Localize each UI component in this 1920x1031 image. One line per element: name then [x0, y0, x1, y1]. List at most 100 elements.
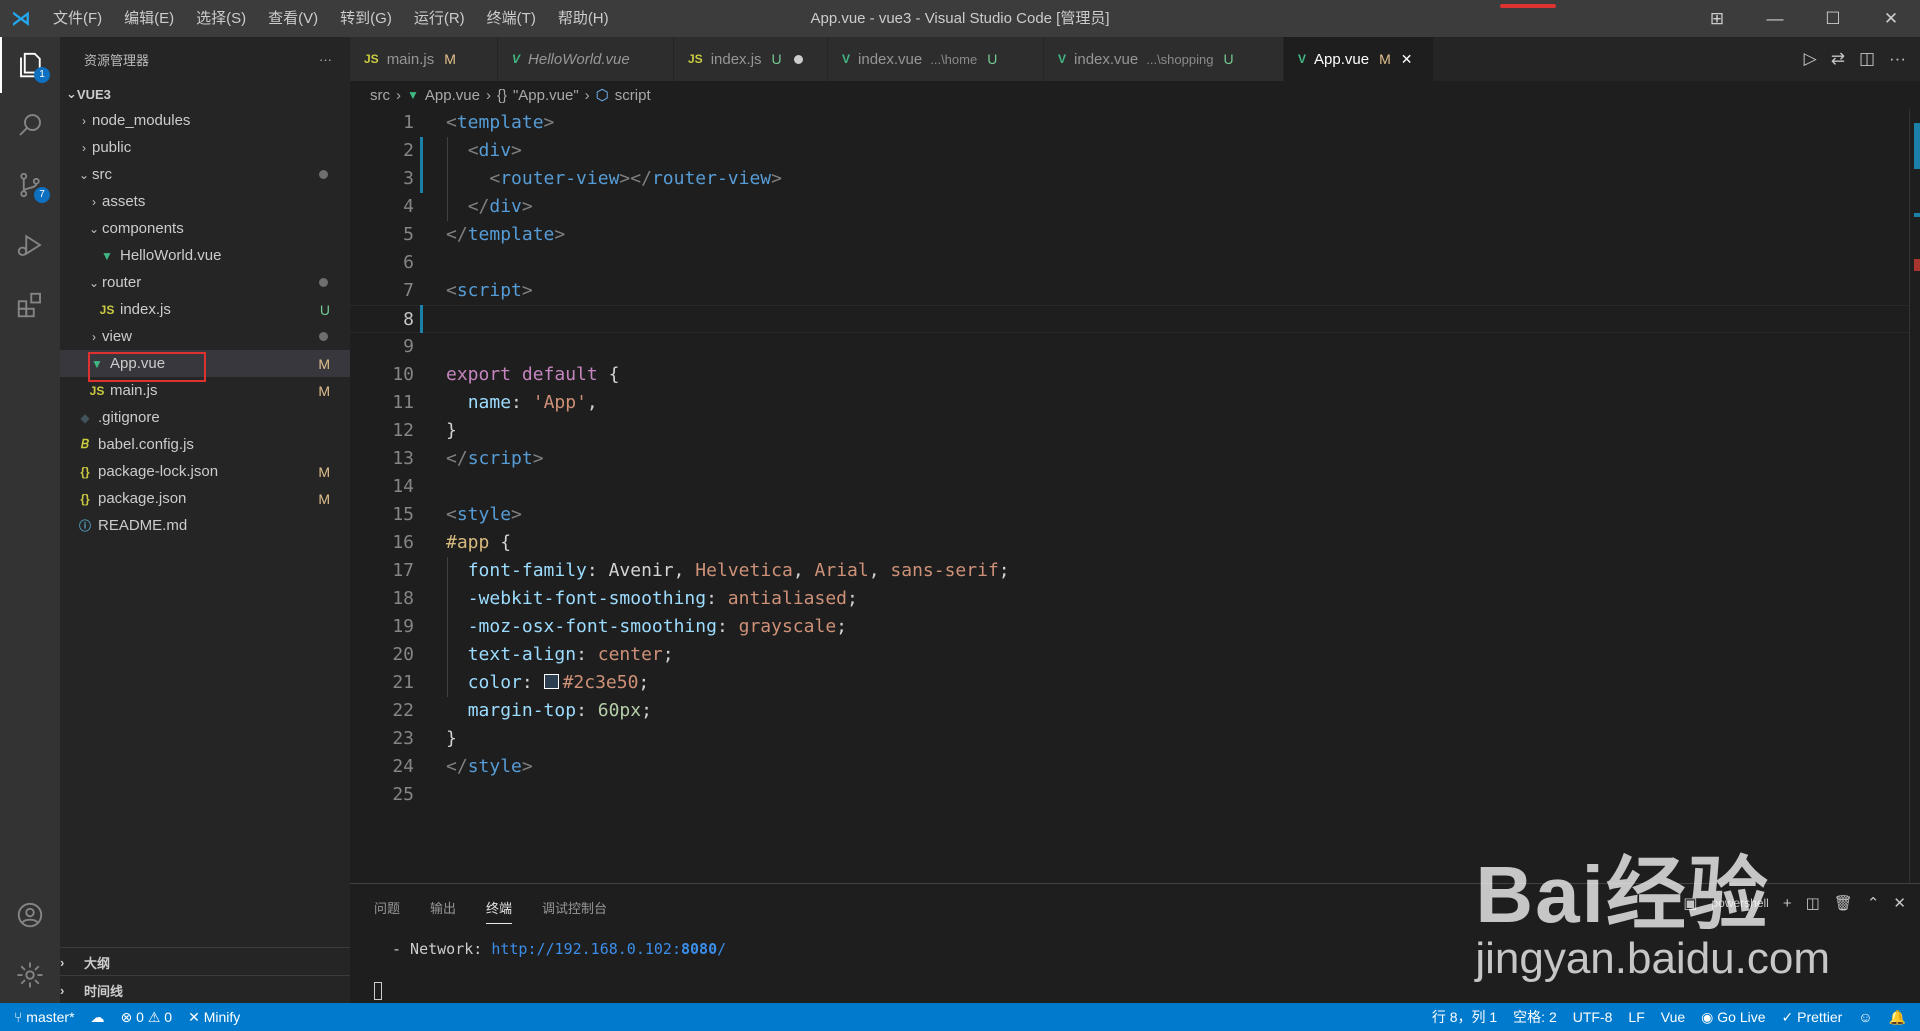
- code-line[interactable]: 22 margin-top: 60px;: [350, 697, 1910, 725]
- tree-item-package-lock[interactable]: {} package-lock.json M: [60, 458, 350, 485]
- encoding[interactable]: UTF-8: [1573, 1009, 1613, 1025]
- tab-debug-console[interactable]: 调试控制台: [542, 898, 607, 924]
- menu-terminal[interactable]: 终端(T): [476, 0, 547, 37]
- sync-icon[interactable]: ☁: [91, 1009, 105, 1026]
- extensions-icon[interactable]: [0, 277, 60, 333]
- terminal-port[interactable]: 8080: [681, 940, 717, 958]
- timeline-section[interactable]: › 时间线: [60, 975, 350, 1004]
- code-line[interactable]: 1 <template>: [350, 109, 1910, 137]
- code-line[interactable]: 8: [350, 305, 1910, 333]
- menu-view[interactable]: 查看(V): [257, 0, 329, 37]
- close-tab-icon[interactable]: ✕: [1401, 51, 1413, 68]
- menu-edit[interactable]: 编辑(E): [113, 0, 185, 37]
- run-debug-icon[interactable]: [0, 217, 60, 273]
- color-swatch[interactable]: [543, 674, 559, 689]
- code-line[interactable]: 10 export default {: [350, 361, 1910, 389]
- search-icon[interactable]: [0, 97, 60, 153]
- terminal-output[interactable]: - Network: http://192.168.0.102:8080/: [392, 940, 726, 958]
- minimize-icon[interactable]: —: [1746, 0, 1804, 37]
- code-line[interactable]: 6: [350, 249, 1910, 277]
- feedback-icon[interactable]: ☺: [1858, 1009, 1872, 1025]
- code-line[interactable]: 14: [350, 473, 1910, 501]
- workspace-root[interactable]: ⌄ VUE3: [60, 81, 350, 107]
- code-line[interactable]: 19 -moz-osx-font-smoothing: grayscale;: [350, 613, 1910, 641]
- run-icon[interactable]: ▷: [1804, 49, 1817, 69]
- menu-selection[interactable]: 选择(S): [185, 0, 257, 37]
- unsaved-dot-icon[interactable]: [793, 54, 803, 64]
- breadcrumb-object[interactable]: "App.vue": [513, 87, 579, 104]
- tree-item-index-js[interactable]: JS index.js U: [60, 296, 350, 323]
- layout-icon[interactable]: ⊞: [1688, 0, 1746, 37]
- tab-output[interactable]: 输出: [430, 898, 456, 924]
- close-panel-icon[interactable]: ✕: [1893, 894, 1906, 912]
- tab-index-vue-shopping[interactable]: V index.vue ...\shopping U: [1044, 37, 1284, 81]
- code-line[interactable]: 13 </script>: [350, 445, 1910, 473]
- notifications-bell-icon[interactable]: 🔔: [1889, 1009, 1906, 1026]
- breadcrumb-file[interactable]: App.vue: [425, 87, 480, 104]
- scrollbar[interactable]: [1909, 109, 1920, 883]
- tree-item-main-js[interactable]: JS main.js M: [60, 377, 350, 404]
- menu-run[interactable]: 运行(R): [403, 0, 476, 37]
- tree-item-readme[interactable]: ⓘ README.md: [60, 512, 350, 539]
- cursor-position[interactable]: 行 8，列 1: [1432, 1007, 1497, 1027]
- tab-index-vue-home[interactable]: V index.vue ...\home U: [828, 37, 1044, 81]
- tree-item-assets[interactable]: › assets: [60, 188, 350, 215]
- tab-main-js[interactable]: JS main.js M: [350, 37, 498, 81]
- explorer-icon[interactable]: 1: [0, 37, 60, 93]
- tab-helloworld-vue[interactable]: V HelloWorld.vue: [498, 37, 674, 81]
- compare-icon[interactable]: ⇄: [1831, 49, 1845, 69]
- branch-indicator[interactable]: ⑂ master*: [14, 1009, 75, 1025]
- settings-gear-icon[interactable]: [0, 947, 60, 1003]
- tab-problems[interactable]: 问题: [374, 898, 400, 924]
- menu-file[interactable]: 文件(F): [42, 0, 113, 37]
- close-window-icon[interactable]: ✕: [1862, 0, 1920, 37]
- code-line[interactable]: 17 font-family: Avenir, Helvetica, Arial…: [350, 557, 1910, 585]
- code-line[interactable]: 25: [350, 781, 1910, 809]
- code-line[interactable]: 3 <router-view></router-view>: [350, 165, 1910, 193]
- maximize-icon[interactable]: ☐: [1804, 0, 1862, 37]
- terminal-url-end[interactable]: /: [717, 940, 726, 958]
- code-line[interactable]: 16 #app {: [350, 529, 1910, 557]
- line-ending[interactable]: LF: [1628, 1009, 1644, 1025]
- breadcrumb-symbol[interactable]: script: [615, 87, 651, 104]
- tree-item-package-json[interactable]: {} package.json M: [60, 485, 350, 512]
- source-control-icon[interactable]: 7: [0, 157, 60, 213]
- code-line[interactable]: 9: [350, 333, 1910, 361]
- tree-item-gitignore[interactable]: ◆ .gitignore: [60, 404, 350, 431]
- tree-item-components[interactable]: ⌄ components: [60, 215, 350, 242]
- tab-terminal[interactable]: 终端: [486, 898, 513, 924]
- code-line[interactable]: 15 <style>: [350, 501, 1910, 529]
- code-line[interactable]: 2 <div>: [350, 137, 1910, 165]
- terminal-shell-name[interactable]: powershell: [1711, 896, 1768, 910]
- go-live-button[interactable]: ◉ Go Live: [1701, 1009, 1765, 1026]
- code-line[interactable]: 21 color: #2c3e50;: [350, 669, 1910, 697]
- language-mode[interactable]: Vue: [1661, 1009, 1685, 1025]
- split-terminal-icon[interactable]: ◫: [1806, 894, 1820, 912]
- more-actions-icon[interactable]: ···: [1889, 49, 1906, 69]
- tree-item-app-vue[interactable]: ▼ App.vue M: [60, 350, 350, 377]
- breadcrumb-src[interactable]: src: [370, 87, 390, 104]
- more-actions-icon[interactable]: ···: [319, 52, 332, 67]
- code-editor[interactable]: 1 <template> 2 <div> 3 <router-view></route…: [350, 109, 1920, 883]
- trash-icon[interactable]: 🗑: [1834, 894, 1853, 912]
- code-line[interactable]: 5 </template>: [350, 221, 1910, 249]
- outline-section[interactable]: › 大纲: [60, 947, 350, 976]
- tab-index-js[interactable]: JS index.js U: [674, 37, 828, 81]
- code-line[interactable]: 7 <script>: [350, 277, 1910, 305]
- tree-item-babel-config[interactable]: 𝐵 babel.config.js: [60, 431, 350, 458]
- tree-item-router[interactable]: ⌄ router: [60, 269, 350, 296]
- code-line[interactable]: 11 name: 'App',: [350, 389, 1910, 417]
- terminal-url[interactable]: http://192.168.0.102:: [491, 940, 681, 958]
- tree-item-src[interactable]: ⌄ src: [60, 161, 350, 188]
- menu-go[interactable]: 转到(G): [329, 0, 403, 37]
- tree-item-view[interactable]: › view: [60, 323, 350, 350]
- tree-item-helloworld-vue[interactable]: ▼ HelloWorld.vue: [60, 242, 350, 269]
- code-line[interactable]: 20 text-align: center;: [350, 641, 1910, 669]
- add-terminal-icon[interactable]: +: [1783, 895, 1792, 912]
- problems-indicator[interactable]: ⊗ 0 ⚠ 0: [121, 1009, 173, 1026]
- minify-indicator[interactable]: ✕ Minify: [188, 1009, 240, 1026]
- code-line[interactable]: 18 -webkit-font-smoothing: antialiased;: [350, 585, 1910, 613]
- split-editor-icon[interactable]: ◫: [1859, 49, 1875, 69]
- code-line[interactable]: 12}: [350, 417, 1910, 445]
- code-line[interactable]: 23}: [350, 725, 1910, 753]
